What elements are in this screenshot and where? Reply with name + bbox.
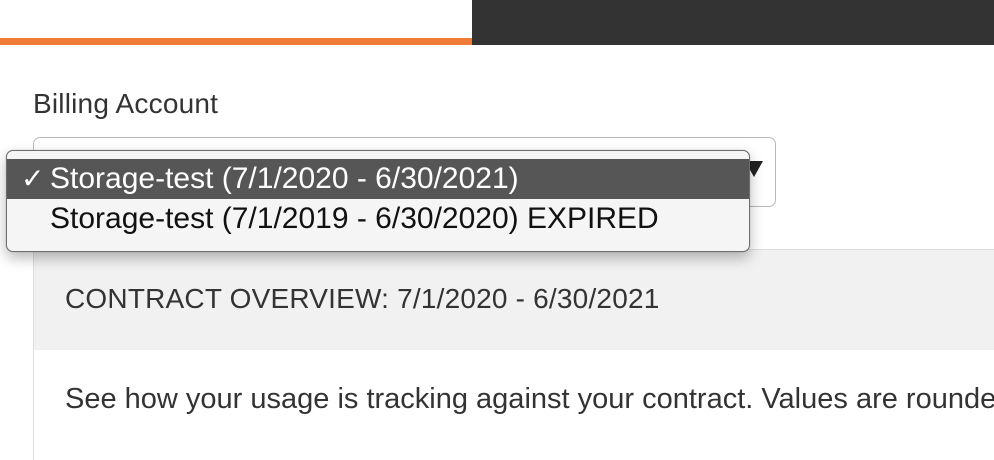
contract-overview-title: CONTRACT OVERVIEW: 7/1/2020 - 6/30/2021 [65,283,660,314]
page: Billing Account ✓ Storage-test (7/1/2020… [0,0,994,460]
contract-description: See how your usage is tracking against y… [65,383,994,415]
dropdown-option-expired[interactable]: Storage-test (7/1/2019 - 6/30/2020) EXPI… [7,199,749,239]
header-logo-area [0,0,472,38]
dropdown-option-label: Storage-test (7/1/2020 - 6/30/2021) [50,162,519,195]
brand-logo [118,0,258,10]
dropdown-option-label: Storage-test (7/1/2019 - 6/30/2020) EXPI… [50,202,659,235]
header-nav-bar [472,0,994,45]
billing-account-label: Billing Account [33,88,219,119]
header-accent-bar [0,38,472,45]
billing-account-dropdown[interactable]: ✓ Storage-test (7/1/2020 - 6/30/2021) St… [6,150,750,252]
dropdown-option-current[interactable]: ✓ Storage-test (7/1/2020 - 6/30/2021) [7,159,749,199]
checkmark-icon: ✓ [21,163,45,194]
contract-overview-body: See how your usage is tracking against y… [34,350,994,460]
contract-overview-header: CONTRACT OVERVIEW: 7/1/2020 - 6/30/2021 [34,250,994,350]
